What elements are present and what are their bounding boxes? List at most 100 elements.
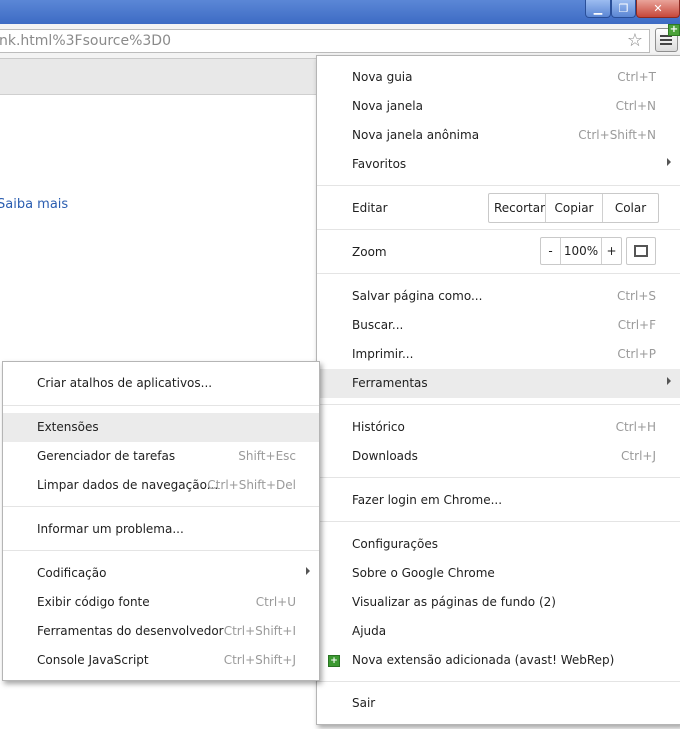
submenu-arrow-icon — [306, 567, 310, 575]
zoom-control: - 100% + — [540, 237, 622, 265]
submenu-item-view-source[interactable]: Exibir código fonte Ctrl+U — [3, 588, 319, 617]
zoom-in-button[interactable]: + — [601, 238, 621, 264]
menu-item-shortcut: Ctrl+J — [621, 449, 656, 463]
menu-item-exit[interactable]: Sair — [317, 689, 680, 718]
menu-item-shortcut: Ctrl+N — [615, 99, 656, 113]
menu-separator — [317, 273, 680, 274]
submenu-item-encoding[interactable]: Codificação — [3, 559, 319, 588]
submenu-arrow-icon — [667, 377, 671, 385]
menu-item-label: Codificação — [37, 566, 107, 580]
menu-item-help[interactable]: Ajuda — [317, 617, 680, 646]
close-button[interactable]: ✕ — [636, 0, 680, 18]
menu-item-label: Sobre o Google Chrome — [352, 566, 495, 580]
menu-item-shortcut: Ctrl+Shift+J — [223, 653, 296, 667]
edit-button-group: Recortar Copiar Colar — [488, 193, 659, 223]
menu-item-shortcut: Ctrl+Shift+N — [578, 128, 656, 142]
browser-toolbar: nk.html%3Fsource%3D0 ☆ + — [0, 24, 680, 59]
menu-item-shortcut: Shift+Esc — [238, 449, 296, 463]
tools-submenu: Criar atalhos de aplicativos... Extensõe… — [2, 361, 320, 681]
menu-item-label: Exibir código fonte — [37, 595, 150, 609]
chrome-menu-button[interactable]: + — [655, 24, 680, 52]
menu-item-label: Nova janela anônima — [352, 128, 480, 142]
extension-badge-icon: + — [668, 24, 680, 36]
paste-button[interactable]: Colar — [602, 194, 658, 222]
zoom-level: 100% — [563, 244, 599, 258]
menu-item-bookmarks[interactable]: Favoritos — [317, 150, 680, 179]
fullscreen-icon-corner — [634, 250, 641, 257]
url-text[interactable]: nk.html%3Fsource%3D0 — [0, 33, 171, 49]
submenu-item-js-console[interactable]: Console JavaScript Ctrl+Shift+J — [3, 646, 319, 675]
menu-item-label: Ferramentas — [352, 376, 428, 390]
menu-item-shortcut: Ctrl+S — [616, 289, 656, 303]
menu-item-new-tab[interactable]: Nova guia Ctrl+T — [317, 63, 680, 92]
menu-item-shortcut: Ctrl+F — [617, 318, 656, 332]
submenu-item-clear-data[interactable]: Limpar dados de navegação... Ctrl+Shift+… — [3, 471, 319, 500]
menu-item-shortcut: Ctrl+H — [615, 420, 656, 434]
menu-item-incognito[interactable]: Nova janela anônima Ctrl+Shift+N — [317, 121, 680, 150]
menu-item-label: Sair — [352, 696, 376, 710]
menu-item-label: Zoom — [352, 245, 387, 259]
submenu-arrow-icon — [667, 158, 671, 166]
menu-item-history[interactable]: Histórico Ctrl+H — [317, 413, 680, 442]
menu-separator — [317, 521, 680, 522]
menu-item-shortcut: Ctrl+U — [255, 595, 296, 609]
menu-separator — [317, 681, 680, 682]
menu-item-label: Visualizar as páginas de fundo (2) — [352, 595, 556, 609]
menu-item-print[interactable]: Imprimir... Ctrl+P — [317, 340, 680, 369]
menu-separator — [3, 405, 319, 406]
zoom-out-button[interactable]: - — [541, 238, 561, 264]
menu-item-downloads[interactable]: Downloads Ctrl+J — [317, 442, 680, 471]
menu-item-label: Nova extensão adicionada (avast! WebRep) — [352, 653, 615, 667]
menu-item-new-extension[interactable]: + Nova extensão adicionada (avast! WebRe… — [317, 646, 680, 675]
menu-item-find[interactable]: Buscar... Ctrl+F — [317, 311, 680, 340]
bookmark-star-icon[interactable]: ☆ — [627, 30, 643, 51]
menu-item-label: Console JavaScript — [37, 653, 149, 667]
menu-separator — [317, 404, 680, 405]
minimize-button[interactable]: ▁ — [585, 0, 611, 18]
submenu-item-extensions[interactable]: Extensões — [3, 413, 319, 442]
menu-item-label: Nova guia — [352, 70, 413, 84]
menu-item-label: Favoritos — [352, 157, 407, 171]
menu-item-tools[interactable]: Ferramentas — [317, 369, 680, 398]
title-bar: ▁ ❐ ✕ — [0, 0, 680, 24]
menu-item-label: Buscar... — [352, 318, 404, 332]
submenu-item-task-manager[interactable]: Gerenciador de tarefas Shift+Esc — [3, 442, 319, 471]
menu-item-label: Limpar dados de navegação... — [37, 478, 219, 492]
menu-separator — [317, 229, 680, 230]
menu-item-shortcut: Ctrl+T — [617, 70, 656, 84]
menu-icon — [660, 35, 672, 45]
menu-separator — [3, 506, 319, 507]
menu-item-label: Salvar página como... — [352, 289, 483, 303]
menu-item-label: Configurações — [352, 537, 438, 551]
menu-item-shortcut: Ctrl+P — [617, 347, 656, 361]
extension-puzzle-icon: + — [328, 655, 340, 667]
menu-item-save-page[interactable]: Salvar página como... Ctrl+S — [317, 282, 680, 311]
cut-button[interactable]: Recortar — [489, 194, 545, 222]
menu-item-label: Gerenciador de tarefas — [37, 449, 176, 463]
saiba-mais-link[interactable]: Saiba mais — [0, 197, 68, 212]
address-bar[interactable]: nk.html%3Fsource%3D0 ☆ — [0, 29, 650, 53]
menu-item-label: Downloads — [352, 449, 418, 463]
menu-item-label: Extensões — [37, 420, 99, 434]
chrome-main-menu: Nova guia Ctrl+T Nova janela Ctrl+N Nova… — [316, 55, 680, 725]
menu-item-label: Informar um problema... — [37, 522, 184, 536]
maximize-button[interactable]: ❐ — [611, 0, 636, 18]
fullscreen-button[interactable] — [626, 237, 656, 265]
menu-item-settings[interactable]: Configurações — [317, 530, 680, 559]
menu-item-signin[interactable]: Fazer login em Chrome... — [317, 486, 680, 515]
menu-item-label: Histórico — [352, 420, 405, 434]
menu-item-label: Nova janela — [352, 99, 423, 113]
menu-item-new-window[interactable]: Nova janela Ctrl+N — [317, 92, 680, 121]
menu-item-label: Criar atalhos de aplicativos... — [37, 376, 213, 390]
fullscreen-icon-corner — [641, 250, 648, 257]
menu-separator — [317, 477, 680, 478]
menu-item-background-pages[interactable]: Visualizar as páginas de fundo (2) — [317, 588, 680, 617]
submenu-item-create-shortcuts[interactable]: Criar atalhos de aplicativos... — [3, 369, 319, 398]
menu-item-label: Fazer login em Chrome... — [352, 493, 503, 507]
menu-item-label: Ferramentas do desenvolvedor — [37, 624, 224, 638]
menu-item-about[interactable]: Sobre o Google Chrome — [317, 559, 680, 588]
menu-item-label: Ajuda — [352, 624, 387, 638]
submenu-item-report-issue[interactable]: Informar um problema... — [3, 515, 319, 544]
submenu-item-dev-tools[interactable]: Ferramentas do desenvolvedor Ctrl+Shift+… — [3, 617, 319, 646]
copy-button[interactable]: Copiar — [545, 194, 602, 222]
